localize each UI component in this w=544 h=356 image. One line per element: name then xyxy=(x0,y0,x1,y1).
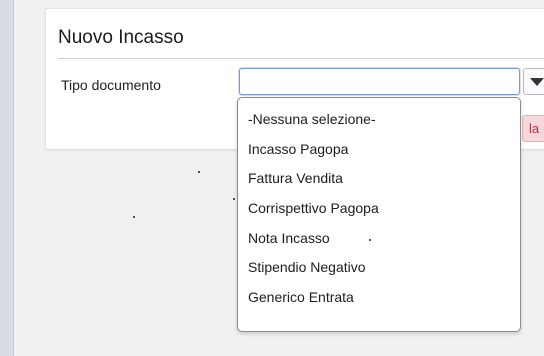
stray-dot xyxy=(198,171,200,173)
document-type-label: Tipo documento xyxy=(61,77,161,93)
option-incasso-pagopa[interactable]: Incasso Pagopa xyxy=(238,135,520,165)
stray-dot xyxy=(133,216,135,218)
option-nessuna-selezione[interactable]: -Nessuna selezione- xyxy=(238,105,520,135)
stray-dot xyxy=(369,239,371,241)
option-stipendio-negativo[interactable]: Stipendio Negativo xyxy=(238,253,520,283)
chevron-down-icon xyxy=(530,78,544,86)
stray-dot xyxy=(233,198,235,200)
document-type-options-list[interactable]: -Nessuna selezione- Incasso Pagopa Fattu… xyxy=(237,97,521,332)
option-generico-entrata[interactable]: Generico Entrata xyxy=(238,283,520,313)
title-divider xyxy=(58,58,544,59)
option-corrispettivo-pagopa[interactable]: Corrispettivo Pagopa xyxy=(238,194,520,224)
document-type-select[interactable] xyxy=(239,68,520,95)
left-sidebar-edge xyxy=(0,0,14,356)
page-canvas: Nuovo Incasso Tipo documento la -Nessuna… xyxy=(0,0,544,356)
document-type-dropdown-button[interactable] xyxy=(523,68,544,95)
option-fattura-vendita[interactable]: Fattura Vendita xyxy=(238,164,520,194)
danger-action-button[interactable]: la xyxy=(522,115,544,142)
panel-title: Nuovo Incasso xyxy=(58,27,184,48)
option-nota-incasso[interactable]: Nota Incasso xyxy=(238,224,520,254)
